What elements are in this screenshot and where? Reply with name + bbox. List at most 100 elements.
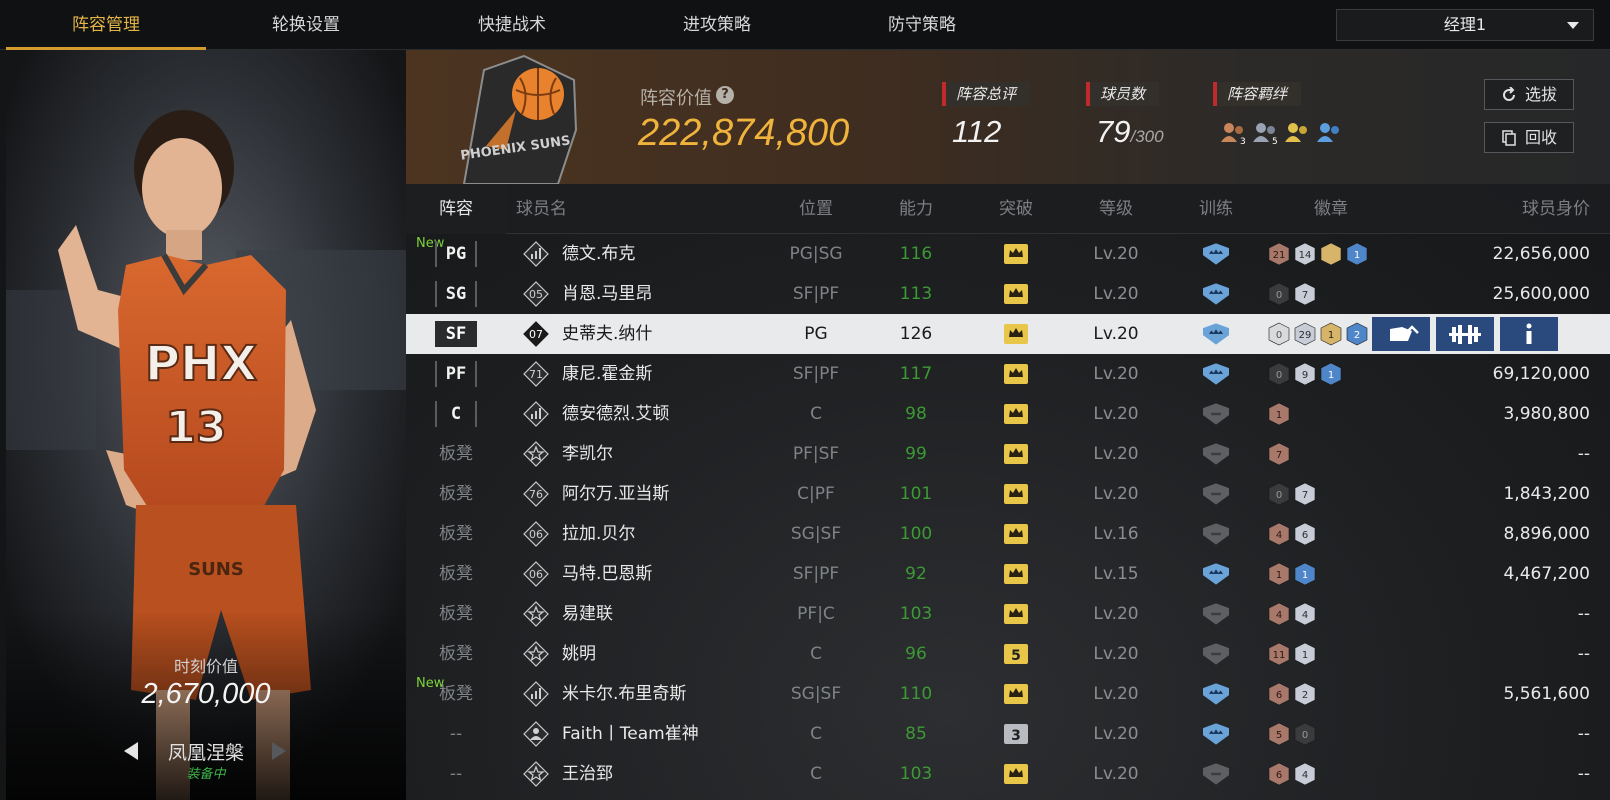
lineup-slot[interactable]: -- [406, 714, 506, 754]
rating-value: 112 [952, 114, 1002, 149]
slot-label: PG [435, 241, 477, 267]
player-training[interactable] [1166, 314, 1266, 354]
badge-bronze-icon: 7 [1268, 442, 1290, 466]
scout-button[interactable]: 选拔 [1484, 79, 1574, 110]
table-row[interactable]: 板凳 李凯尔 PF|SF 99 Lv.20 7 -- [406, 434, 1610, 474]
player-training[interactable] [1166, 514, 1266, 554]
table-row[interactable]: 板凳 06 拉加.贝尔 SG|SF 100 Lv.16 4 6 8,896,000 [406, 514, 1610, 554]
player-position: SF|PF [792, 284, 840, 304]
table-row[interactable]: PF 71 康尼.霍金斯 SF|PF 117 Lv.20 0 9 1 69,120,000 [406, 354, 1610, 394]
train-player-button[interactable] [1436, 317, 1494, 351]
help-icon[interactable]: ? [716, 86, 734, 104]
svg-text:0: 0 [1276, 330, 1282, 341]
tab-defense-strategy[interactable]: 防守策略 [822, 0, 1022, 50]
svg-text:2: 2 [1302, 690, 1308, 701]
header-ability[interactable]: 能力 [866, 184, 966, 234]
lineup-slot[interactable]: 板凳 [406, 474, 506, 514]
player-value: -- [1577, 644, 1590, 664]
player-ability: 101 [899, 484, 933, 504]
bond-silver-icon[interactable]: 5 [1252, 120, 1280, 146]
table-row[interactable]: 板凳 姚明 C 96 5 Lv.20 11 1 -- [406, 634, 1610, 674]
training-active-icon [1203, 283, 1229, 305]
player-value: 5,561,600 [1503, 684, 1590, 704]
player-training[interactable] [1166, 714, 1266, 754]
player-info-button[interactable] [1500, 317, 1558, 351]
table-row[interactable]: -- Faith丨Team崔神 C 85 3 Lv.20 5 0 -- [406, 714, 1610, 754]
player-badges: 11 [1268, 554, 1398, 594]
player-training[interactable] [1166, 634, 1266, 674]
player-value: -- [1577, 764, 1590, 784]
badge-bronze-icon: 4 [1268, 522, 1290, 546]
lineup-slot[interactable]: 板凳 [406, 634, 506, 674]
player-training[interactable] [1166, 754, 1266, 794]
bond-bronze-icon[interactable]: 3 [1220, 120, 1248, 146]
header-level[interactable]: 等级 [1066, 184, 1166, 234]
svg-text:11: 11 [1273, 650, 1286, 661]
player-breakthrough [966, 594, 1066, 634]
player-value: 25,600,000 [1492, 284, 1590, 304]
player-position: PG [804, 324, 828, 344]
lineup-slot[interactable]: 板凳 [406, 554, 506, 594]
header-breakthrough[interactable]: 突破 [966, 184, 1066, 234]
lineup-slot[interactable]: 板凳 [406, 594, 506, 634]
tab-lineup-management[interactable]: 阵容管理 [6, 0, 206, 50]
lineup-slot[interactable]: 板凳 [406, 514, 506, 554]
header-training[interactable]: 训练 [1166, 184, 1266, 234]
table-row[interactable]: C 德安德烈.艾顿 C 98 Lv.20 1 3,980,800 [406, 394, 1610, 434]
player-name: 米卡尔.布里奇斯 [562, 684, 687, 704]
table-row[interactable]: 板凳 76 阿尔万.亚当斯 C|PF 101 Lv.20 0 7 1,843,200 [406, 474, 1610, 514]
bond-gold-icon[interactable] [1284, 120, 1312, 146]
player-type-icon [522, 434, 550, 474]
lineup-slot[interactable]: 板凳 [406, 434, 506, 474]
player-training[interactable] [1166, 234, 1266, 274]
player-level: Lv.20 [1093, 404, 1139, 424]
player-type-icon: 07 [522, 314, 550, 354]
tab-rotation-settings[interactable]: 轮换设置 [206, 0, 406, 50]
player-ability: 85 [905, 724, 927, 744]
svg-text:0: 0 [1276, 370, 1282, 381]
training-inactive-icon [1203, 403, 1229, 425]
header-badges[interactable]: 徽章 [1266, 184, 1396, 234]
player-training[interactable] [1166, 354, 1266, 394]
lineup-slot[interactable]: -- [406, 754, 506, 794]
player-training[interactable] [1166, 274, 1266, 314]
table-row[interactable]: SF 07 史蒂夫.纳什 PG 126 Lv.20 0 29 1 2 [406, 314, 1610, 354]
lineup-slot[interactable]: SG [406, 274, 506, 314]
lineup-slot[interactable]: PG [406, 234, 506, 274]
svg-text:7: 7 [1276, 450, 1282, 461]
table-row[interactable]: -- 王治郅 C 103 Lv.20 6 4 -- [406, 754, 1610, 794]
tab-quick-tactics[interactable]: 快捷战术 [412, 0, 612, 50]
header-player-name[interactable]: 球员名 [516, 184, 596, 234]
table-row[interactable]: New PG 德文.布克 PG|SG 116 Lv.20 21 14 1 22,656,000 [406, 234, 1610, 274]
player-name: 姚明 [562, 644, 596, 664]
next-card-arrow-icon[interactable] [272, 742, 286, 760]
tab-offense-strategy[interactable]: 进攻策略 [617, 0, 817, 50]
table-row[interactable]: New 板凳 米卡尔.布里奇斯 SG|SF 110 Lv.20 6 2 5,561,600 [406, 674, 1610, 714]
training-inactive-icon [1203, 523, 1229, 545]
swap-player-button[interactable] [1372, 317, 1430, 351]
training-active-icon [1203, 243, 1229, 265]
lineup-value-label: 阵容价值 [640, 88, 712, 109]
manager-dropdown[interactable]: 经理1 [1336, 9, 1594, 41]
badge-dark-icon: 0 [1268, 482, 1290, 506]
player-training[interactable] [1166, 394, 1266, 434]
player-training[interactable] [1166, 594, 1266, 634]
player-training[interactable] [1166, 674, 1266, 714]
lineup-slot[interactable]: C [406, 394, 506, 434]
badge-blue-icon: 1 [1320, 362, 1342, 386]
player-training[interactable] [1166, 554, 1266, 594]
table-row[interactable]: 板凳 06 马特.巴恩斯 SF|PF 92 Lv.15 1 1 4,467,200 [406, 554, 1610, 594]
lineup-slot[interactable]: SF [406, 314, 506, 354]
player-training[interactable] [1166, 474, 1266, 514]
player-value: 22,656,000 [1492, 244, 1590, 264]
header-position[interactable]: 位置 [766, 184, 866, 234]
header-lineup[interactable]: 阵容 [406, 184, 506, 234]
header-player-value[interactable]: 球员身价 [1396, 184, 1590, 234]
table-row[interactable]: SG 05 肖恩.马里昂 SF|PF 113 Lv.20 0 7 25,600,000 [406, 274, 1610, 314]
recycle-button[interactable]: 回收 [1484, 122, 1574, 153]
bond-blue-icon[interactable] [1316, 120, 1344, 146]
lineup-slot[interactable]: PF [406, 354, 506, 394]
table-row[interactable]: 板凳 易建联 PF|C 103 Lv.20 4 4 -- [406, 594, 1610, 634]
player-training[interactable] [1166, 434, 1266, 474]
lineup-slot[interactable]: 板凳 [406, 674, 506, 714]
